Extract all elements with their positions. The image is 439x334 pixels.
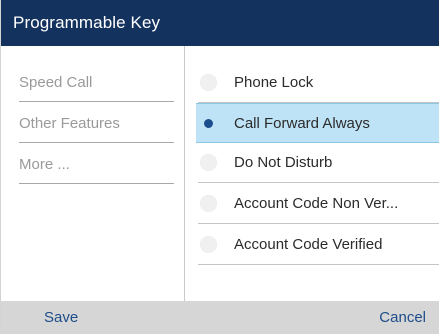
option-do-not-disturb[interactable]: Do Not Disturb [196, 143, 439, 183]
category-label: Other Features [19, 115, 120, 132]
radio-button-selected[interactable] [200, 115, 217, 132]
radio-button[interactable] [200, 236, 217, 253]
cancel-softkey[interactable]: Cancel [379, 301, 426, 334]
panel-divider [184, 46, 185, 301]
category-label: Speed Call [19, 74, 93, 91]
option-phone-lock[interactable]: Phone Lock [196, 63, 439, 103]
radio-button[interactable] [200, 154, 217, 171]
option-label: Phone Lock [234, 74, 314, 91]
category-label: More ... [19, 156, 70, 173]
category-other-features[interactable]: Other Features [19, 105, 174, 143]
save-softkey[interactable]: Save [44, 301, 78, 334]
option-divider [198, 182, 439, 183]
softkey-bar: Save Cancel [1, 301, 439, 334]
option-account-code-verified[interactable]: Account Code Verified [196, 225, 439, 265]
option-account-code-non-verified[interactable]: Account Code Non Ver... [196, 184, 439, 224]
category-more[interactable]: More ... [19, 146, 174, 184]
radio-button[interactable] [200, 74, 217, 91]
category-divider [19, 183, 174, 184]
option-call-forward-always[interactable]: Call Forward Always [196, 103, 439, 143]
screen-title: Programmable Key [1, 0, 439, 46]
option-divider [198, 264, 439, 265]
radio-selected-dot-icon [204, 119, 213, 128]
phone-screen: Programmable Key Speed Call Other Featur… [0, 0, 439, 334]
category-speed-call[interactable]: Speed Call [19, 64, 174, 102]
category-divider [19, 101, 174, 102]
option-label: Account Code Non Ver... [234, 195, 399, 212]
option-label: Account Code Verified [234, 236, 383, 253]
option-label: Call Forward Always [234, 115, 370, 132]
option-divider [198, 223, 439, 224]
category-divider [19, 142, 174, 143]
option-label: Do Not Disturb [234, 154, 333, 171]
radio-button[interactable] [200, 195, 217, 212]
